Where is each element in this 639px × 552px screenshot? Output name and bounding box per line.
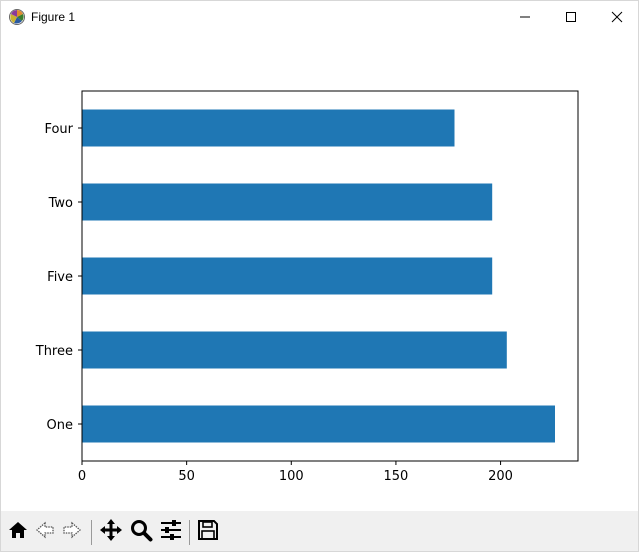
maximize-button[interactable] [548, 1, 594, 33]
window-title: Figure 1 [31, 10, 76, 24]
home-icon [7, 519, 29, 545]
matplotlib-logo-icon [8, 8, 26, 26]
y-tick-label: Two [48, 196, 73, 211]
forward-icon [61, 519, 83, 545]
plot-area[interactable]: One Three Five Two Four 0 50 100 150 200 [1, 33, 638, 511]
configure-subplots-button[interactable] [158, 519, 184, 545]
navigation-toolbar [1, 511, 638, 551]
figure-window: Figure 1 One Three Five Two Four 0 50 100 150 200 [0, 0, 639, 552]
back-button[interactable] [32, 519, 58, 545]
y-tick-label: Five [47, 270, 73, 285]
configure-subplots-icon [159, 518, 183, 546]
bar-four [82, 109, 455, 147]
forward-button[interactable] [59, 519, 85, 545]
x-tick-label: 150 [384, 469, 409, 484]
bar-one [82, 405, 555, 443]
zoom-icon [129, 518, 153, 546]
minimize-button[interactable] [502, 1, 548, 33]
x-tick-label: 200 [488, 469, 513, 484]
bar-chart: One Three Five Two Four 0 50 100 150 200 [35, 90, 579, 484]
toolbar-separator [189, 520, 190, 545]
pan-icon [99, 518, 123, 546]
maximize-icon [565, 11, 577, 23]
back-icon [34, 519, 56, 545]
y-tick-label: One [47, 418, 73, 433]
bar-two [82, 183, 493, 221]
y-tick-label: Three [35, 344, 73, 359]
title-bar[interactable]: Figure 1 [1, 1, 638, 33]
save-icon [197, 519, 219, 545]
toolbar-separator [91, 520, 92, 545]
x-tick-label: 0 [78, 469, 86, 484]
zoom-button[interactable] [128, 519, 154, 545]
close-button[interactable] [594, 1, 638, 33]
close-icon [611, 11, 623, 23]
bar-five [82, 257, 493, 295]
x-tick-label: 100 [279, 469, 304, 484]
pan-button[interactable] [98, 519, 124, 545]
y-tick-label: Four [44, 122, 73, 137]
save-button[interactable] [195, 519, 221, 545]
x-tick-label: 50 [178, 469, 195, 484]
minimize-icon [519, 11, 531, 23]
bar-three [82, 331, 507, 369]
home-button[interactable] [5, 519, 31, 545]
